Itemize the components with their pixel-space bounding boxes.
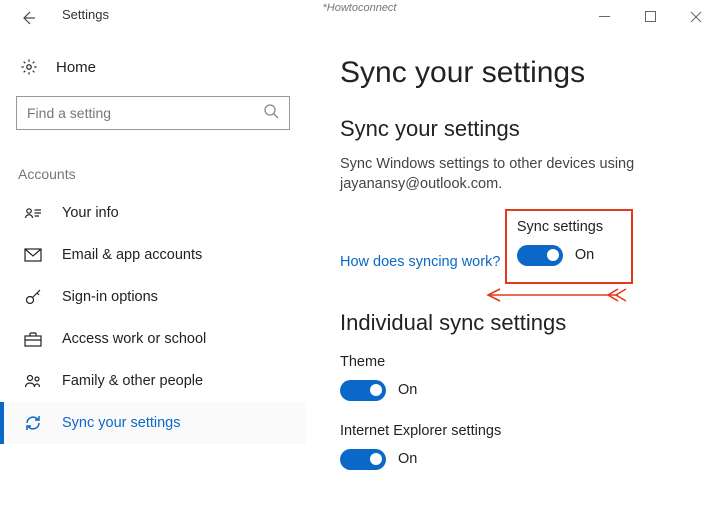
briefcase-icon (24, 330, 42, 348)
app-title: Settings (62, 7, 109, 22)
highlight-annotation: Sync settings On (505, 209, 633, 284)
back-button[interactable] (18, 8, 38, 28)
titlebar: Settings *Howtoconnect (0, 0, 719, 34)
toggle-state: On (398, 382, 417, 398)
nav-label: Access work or school (62, 331, 206, 347)
sidebar-item-signin[interactable]: Sign-in options (0, 276, 306, 318)
page-title: Sync your settings (340, 56, 695, 90)
sync-settings-toggle[interactable] (517, 245, 563, 266)
sidebar-item-family[interactable]: Family & other people (0, 360, 306, 402)
section-heading: Sync your settings (340, 116, 695, 142)
sidebar-item-your-info[interactable]: Your info (0, 192, 306, 234)
watermark: *Howtoconnect (323, 2, 397, 14)
theme-label: Theme (340, 354, 695, 370)
sidebar: Home Accounts Your info Email & app acco… (0, 34, 306, 522)
key-icon (24, 288, 42, 306)
people-icon (24, 372, 42, 390)
toggle-state: On (575, 247, 594, 263)
home-label: Home (56, 59, 96, 76)
nav-label: Sign-in options (62, 289, 158, 305)
person-card-icon (24, 204, 42, 222)
gear-icon (20, 58, 38, 76)
section-label: Accounts (0, 148, 306, 192)
sidebar-item-work[interactable]: Access work or school (0, 318, 306, 360)
description-text: Sync Windows settings to other devices u… (340, 154, 695, 195)
theme-toggle[interactable] (340, 380, 386, 401)
nav-label: Sync your settings (62, 415, 180, 431)
minimize-button[interactable] (581, 2, 627, 32)
search-icon (263, 103, 279, 124)
close-button[interactable] (673, 2, 719, 32)
mail-icon (24, 246, 42, 264)
sidebar-item-sync[interactable]: Sync your settings (0, 402, 306, 444)
help-link[interactable]: How does syncing work? (340, 254, 500, 270)
toggle-state: On (398, 451, 417, 467)
sidebar-item-email[interactable]: Email & app accounts (0, 234, 306, 276)
nav-label: Email & app accounts (62, 247, 202, 263)
home-link[interactable]: Home (0, 52, 306, 90)
search-input[interactable] (27, 105, 247, 121)
sync-settings-label: Sync settings (517, 219, 603, 235)
sync-icon (24, 414, 42, 432)
individual-heading: Individual sync settings (340, 310, 695, 336)
ie-toggle[interactable] (340, 449, 386, 470)
maximize-button[interactable] (627, 2, 673, 32)
search-box[interactable] (16, 96, 290, 130)
main-content: Sync your settings Sync your settings Sy… (306, 34, 719, 522)
nav-label: Family & other people (62, 373, 203, 389)
nav-label: Your info (62, 205, 119, 221)
ie-label: Internet Explorer settings (340, 423, 695, 439)
